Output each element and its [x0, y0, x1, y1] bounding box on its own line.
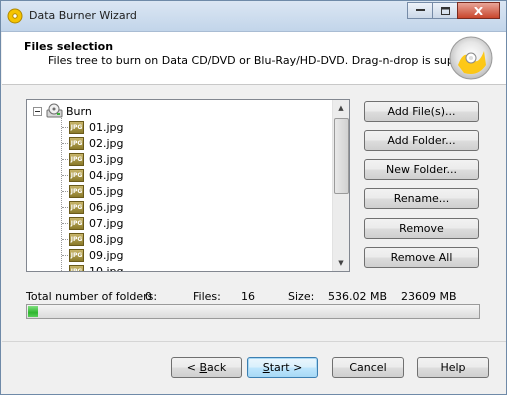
tree-file-item[interactable]: JPG 08.jpg — [69, 231, 124, 247]
new-folder-button[interactable]: New Folder... — [364, 159, 479, 180]
size-label: Size: — [288, 290, 315, 303]
files-count-label: Files: — [193, 290, 221, 303]
jpg-file-icon: JPG — [69, 120, 84, 134]
tree-file-label: 08.jpg — [89, 232, 124, 246]
jpg-file-icon: JPG — [69, 264, 84, 271]
rename-button[interactable]: Rename... — [364, 188, 479, 209]
tree-file-label: 09.jpg — [89, 248, 124, 262]
jpg-file-icon: JPG — [69, 184, 84, 198]
page-title: Files selection — [24, 40, 114, 53]
wizard-header: Files selection Files tree to burn on Da… — [2, 32, 506, 85]
close-icon — [474, 6, 483, 15]
tree-file-label: 01.jpg — [89, 120, 124, 134]
collapse-icon[interactable] — [33, 106, 42, 116]
folders-count-label: Total number of folders: — [26, 290, 158, 303]
help-button[interactable]: Help — [417, 357, 489, 378]
tree-file-label: 05.jpg — [89, 184, 124, 198]
scroll-thumb[interactable] — [334, 118, 349, 194]
minimize-button[interactable] — [407, 2, 433, 19]
tree-file-item[interactable]: JPG 01.jpg — [69, 119, 124, 135]
jpg-file-icon: JPG — [69, 152, 84, 166]
tree-scrollbar[interactable]: ▲ ▼ — [332, 100, 349, 271]
progress-fill — [28, 306, 38, 317]
maximize-icon — [440, 6, 450, 15]
cd-app-icon — [7, 8, 23, 24]
remove-button[interactable]: Remove — [364, 218, 479, 239]
files-count-value: 16 — [241, 290, 255, 303]
tree-file-label: 04.jpg — [89, 168, 124, 182]
scroll-down-icon[interactable]: ▼ — [333, 255, 349, 271]
tree-file-label: 03.jpg — [89, 152, 124, 166]
jpg-file-icon: JPG — [69, 168, 84, 182]
back-button[interactable]: < Back — [171, 357, 242, 378]
files-tree[interactable]: Burn JPG 01.jpg JPG 02.jpg JPG 03.jpg JPG 04.jp… — [26, 99, 350, 272]
tree-root-label: Burn — [66, 104, 92, 118]
size-value: 536.02 MB — [328, 290, 388, 303]
tree-file-item[interactable]: JPG 03.jpg — [69, 151, 124, 167]
jpg-file-icon: JPG — [69, 200, 84, 214]
disc-logo-icon — [449, 36, 493, 80]
title-bar: Data Burner Wizard — [1, 1, 506, 32]
jpg-file-icon: JPG — [69, 136, 84, 150]
folders-count-value: 0 — [145, 290, 152, 303]
close-button[interactable] — [457, 2, 500, 19]
disc-capacity-value: 23609 MB — [401, 290, 457, 303]
wizard-window: Data Burner Wizard Files selection Files… — [0, 0, 507, 395]
jpg-file-icon: JPG — [69, 232, 84, 246]
disc-usage-progress — [26, 304, 480, 319]
scroll-up-icon[interactable]: ▲ — [333, 100, 349, 116]
tree-file-item[interactable]: JPG 05.jpg — [69, 183, 124, 199]
tree-file-item[interactable]: JPG 07.jpg — [69, 215, 124, 231]
tree-file-label: 07.jpg — [89, 216, 124, 230]
add-folder-button[interactable]: Add Folder... — [364, 130, 479, 151]
tree-file-label: 06.jpg — [89, 200, 124, 214]
tree-file-item[interactable]: JPG 02.jpg — [69, 135, 124, 151]
tree-file-item[interactable]: JPG 04.jpg — [69, 167, 124, 183]
tree-file-label: 10.jpg — [89, 264, 124, 272]
maximize-button[interactable] — [432, 2, 458, 19]
page-subtitle: Files tree to burn on Data CD/DVD or Blu… — [48, 54, 491, 67]
remove-all-button[interactable]: Remove All — [364, 247, 479, 268]
tree-file-item[interactable]: JPG 06.jpg — [69, 199, 124, 215]
jpg-file-icon: JPG — [69, 216, 84, 230]
window-title: Data Burner Wizard — [29, 9, 137, 22]
burner-drive-icon — [46, 103, 63, 118]
jpg-file-icon: JPG — [69, 248, 84, 262]
start-button[interactable]: Start > — [247, 357, 318, 378]
tree-root[interactable]: Burn — [33, 103, 92, 119]
tree-file-item[interactable]: JPG 09.jpg — [69, 247, 124, 263]
tree-file-item[interactable]: JPG 10.jpg — [69, 263, 124, 272]
cancel-button[interactable]: Cancel — [332, 357, 404, 378]
add-files-button[interactable]: Add File(s)... — [364, 101, 479, 122]
minimize-icon — [415, 9, 425, 11]
tree-file-label: 02.jpg — [89, 136, 124, 150]
